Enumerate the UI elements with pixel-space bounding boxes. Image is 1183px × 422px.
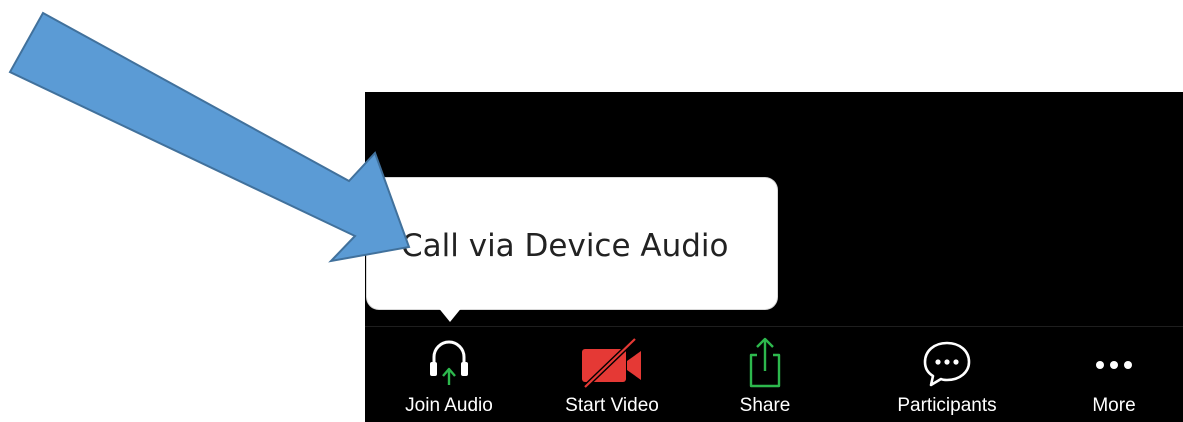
annotation-arrow [8,11,411,263]
pointer-arrow-icon [8,11,411,263]
screenshot-stage: Join Audio Start Video Share Participant… [0,0,1183,422]
